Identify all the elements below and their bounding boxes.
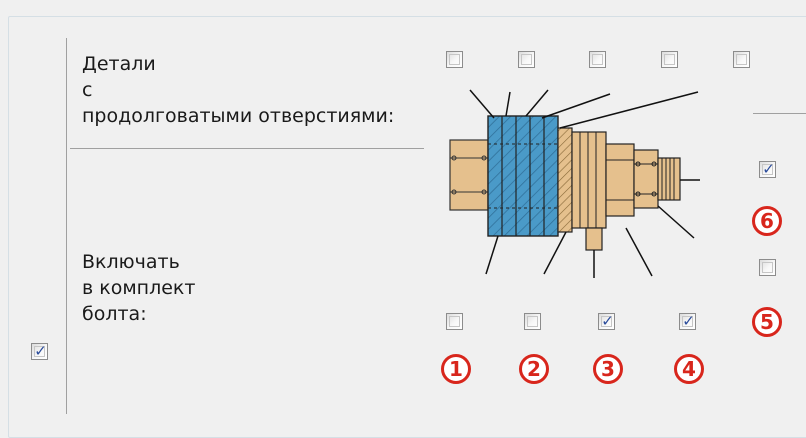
include-checkbox-4[interactable]: ✓ <box>679 312 696 330</box>
include-label-line-2: в комплект <box>82 277 196 299</box>
marker-5: 5 <box>752 307 782 337</box>
check-mark-icon: ✓ <box>34 342 47 360</box>
marker-6: 6 <box>752 206 782 236</box>
check-mark-icon: ✓ <box>762 160 775 178</box>
include-label-line-1: Включать <box>82 251 180 273</box>
right-divider <box>753 113 806 114</box>
marker-2: 2 <box>519 354 549 384</box>
include-checkbox-1[interactable] <box>446 313 463 330</box>
left-divider <box>66 38 67 414</box>
bolt-assembly-diagram-icon <box>449 89 700 278</box>
enable-row-checkbox[interactable]: ✓ <box>31 342 48 360</box>
check-mark-icon: ✓ <box>601 312 614 330</box>
slotted-label-line-2: с <box>82 79 93 101</box>
slotted-checkbox-3[interactable] <box>589 51 606 68</box>
section-divider <box>70 148 424 149</box>
slotted-checkbox-2[interactable] <box>518 51 535 68</box>
item-6-checkbox[interactable]: ✓ <box>759 160 776 178</box>
slotted-checkbox-4[interactable] <box>661 51 678 68</box>
include-checkbox-3[interactable]: ✓ <box>598 312 615 330</box>
include-label-line-3: болта: <box>82 303 147 325</box>
slotted-label-line-3: продолговатыми отверстиями: <box>82 105 395 127</box>
slotted-checkbox-1[interactable] <box>446 51 463 68</box>
check-mark-icon: ✓ <box>682 312 695 330</box>
slotted-label-line-1: Детали <box>82 53 156 75</box>
slotted-checkbox-5[interactable] <box>733 51 750 68</box>
marker-3: 3 <box>593 354 623 384</box>
item-5-checkbox[interactable] <box>759 259 776 276</box>
marker-4: 4 <box>674 354 704 384</box>
include-checkbox-2[interactable] <box>524 313 541 330</box>
marker-1: 1 <box>441 354 471 384</box>
